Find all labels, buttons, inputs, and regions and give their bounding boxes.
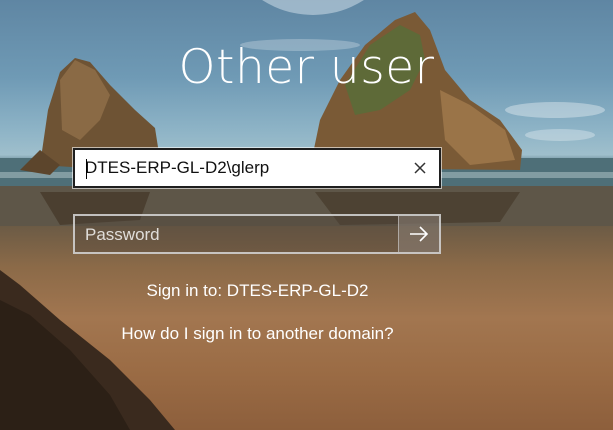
sign-in-domain-text: Sign in to: DTES-ERP-GL-D2 — [146, 281, 369, 300]
username-field[interactable]: DTES-ERP-GL-D2\glerp — [73, 148, 441, 188]
another-domain-help-link[interactable]: How do I sign in to another domain? — [0, 324, 515, 344]
text-cursor — [86, 159, 87, 179]
close-icon — [414, 162, 426, 174]
password-placeholder: Password — [85, 225, 160, 244]
username-value[interactable]: DTES-ERP-GL-D2\glerp — [85, 158, 269, 178]
page-title: Other user — [178, 40, 435, 95]
submit-button[interactable] — [398, 216, 439, 252]
password-field[interactable]: Password — [73, 214, 441, 254]
arrow-right-icon — [410, 226, 429, 242]
clear-username-button[interactable] — [409, 157, 431, 179]
